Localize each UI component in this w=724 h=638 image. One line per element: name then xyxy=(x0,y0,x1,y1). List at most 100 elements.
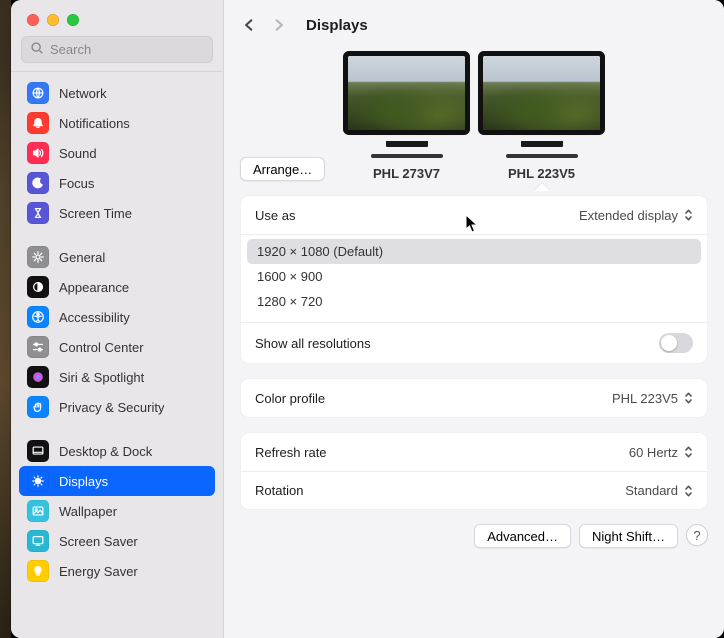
bulb-icon xyxy=(27,560,49,582)
refresh-rate-value: 60 Hertz xyxy=(629,445,678,460)
monitor-thumbnail xyxy=(483,56,600,130)
speaker-icon xyxy=(27,142,49,164)
use-as-row[interactable]: Use as Extended display xyxy=(241,196,707,234)
sidebar-item-label: Screen Saver xyxy=(59,534,138,549)
resolution-option[interactable]: 1920 × 1080 (Default) xyxy=(247,239,701,264)
color-profile-label: Color profile xyxy=(255,391,325,406)
sliders-icon xyxy=(27,336,49,358)
up-down-icon xyxy=(684,208,693,222)
advanced-button[interactable]: Advanced… xyxy=(474,524,571,548)
rotation-label: Rotation xyxy=(255,483,303,498)
sidebar-item-label: Energy Saver xyxy=(59,564,138,579)
show-all-label: Show all resolutions xyxy=(255,336,371,351)
hourglass-icon xyxy=(27,202,49,224)
sidebar-item-notifications[interactable]: Notifications xyxy=(19,108,215,138)
back-button[interactable] xyxy=(236,12,262,38)
use-as-value: Extended display xyxy=(579,208,678,223)
search-input[interactable] xyxy=(50,42,204,57)
up-down-icon xyxy=(684,445,693,459)
rotation-value: Standard xyxy=(625,483,678,498)
sidebar-item-desktop-dock[interactable]: Desktop & Dock xyxy=(19,436,215,466)
sidebar: Network Notifications Sound Focus Screen Tim… xyxy=(11,0,224,638)
sidebar-item-label: Control Center xyxy=(59,340,144,355)
selection-caret-icon xyxy=(534,183,550,191)
siri-icon xyxy=(27,366,49,388)
sidebar-item-screen-time[interactable]: Screen Time xyxy=(19,198,215,228)
show-all-resolutions-row: Show all resolutions xyxy=(241,322,707,363)
up-down-icon xyxy=(684,391,693,405)
minimize-window-button[interactable] xyxy=(47,14,59,26)
sidebar-item-label: General xyxy=(59,250,105,265)
sidebar-item-screen-saver[interactable]: Screen Saver xyxy=(19,526,215,556)
color-profile-value: PHL 223V5 xyxy=(612,391,678,406)
titlebar: Displays xyxy=(224,0,724,50)
resolution-list: 1920 × 1080 (Default)1600 × 9001280 × 72… xyxy=(241,234,707,322)
content: Displays Arrange… PHL 273V7 PHL 223V5 Use… xyxy=(224,0,724,638)
sidebar-item-network[interactable]: Network xyxy=(19,78,215,108)
sidebar-item-focus[interactable]: Focus xyxy=(19,168,215,198)
sidebar-item-control-center[interactable]: Control Center xyxy=(19,332,215,362)
sidebar-item-wallpaper[interactable]: Wallpaper xyxy=(19,496,215,526)
accessibility-icon xyxy=(27,306,49,328)
brightness-icon xyxy=(27,470,49,492)
sidebar-item-privacy-security[interactable]: Privacy & Security xyxy=(19,392,215,422)
monitor-label: PHL 223V5 xyxy=(508,166,575,181)
monitor-phl-273v7[interactable]: PHL 273V7 xyxy=(348,56,465,181)
sidebar-item-label: Appearance xyxy=(59,280,129,295)
prefs-window: Network Notifications Sound Focus Screen Tim… xyxy=(11,0,724,638)
sidebar-item-label: Notifications xyxy=(59,116,130,131)
window-controls xyxy=(11,0,223,36)
moon-icon xyxy=(27,172,49,194)
gear-icon xyxy=(27,246,49,268)
refresh-rotation-card: Refresh rate 60 Hertz Rotation Standard xyxy=(240,432,708,510)
sidebar-item-general[interactable]: General xyxy=(19,242,215,272)
sidebar-item-label: Sound xyxy=(59,146,97,161)
refresh-rate-label: Refresh rate xyxy=(255,445,327,460)
globe-icon xyxy=(27,82,49,104)
forward-button[interactable] xyxy=(266,12,292,38)
close-window-button[interactable] xyxy=(27,14,39,26)
monitor-label: PHL 273V7 xyxy=(373,166,440,181)
sidebar-item-sound[interactable]: Sound xyxy=(19,138,215,168)
page-title: Displays xyxy=(306,17,368,34)
monitor-thumbnail xyxy=(348,56,465,130)
sidebar-item-displays[interactable]: Displays xyxy=(19,466,215,496)
sidebar-item-siri-spotlight[interactable]: Siri & Spotlight xyxy=(19,362,215,392)
use-as-label: Use as xyxy=(255,208,295,223)
arrange-button[interactable]: Arrange… xyxy=(240,157,325,181)
color-profile-card: Color profile PHL 223V5 xyxy=(240,378,708,418)
sidebar-item-label: Wallpaper xyxy=(59,504,117,519)
bell-icon xyxy=(27,112,49,134)
sidebar-list: Network Notifications Sound Focus Screen Tim… xyxy=(11,72,223,638)
help-button[interactable]: ? xyxy=(686,524,708,546)
resolution-option[interactable]: 1600 × 900 xyxy=(247,264,701,289)
sidebar-item-label: Privacy & Security xyxy=(59,400,164,415)
hand-icon xyxy=(27,396,49,418)
resolution-option[interactable]: 1280 × 720 xyxy=(247,289,701,314)
sidebar-item-appearance[interactable]: Appearance xyxy=(19,272,215,302)
show-all-toggle[interactable] xyxy=(659,333,693,353)
up-down-icon xyxy=(684,484,693,498)
sidebar-item-label: Siri & Spotlight xyxy=(59,370,144,385)
wallpaper-icon xyxy=(27,500,49,522)
refresh-rate-row[interactable]: Refresh rate 60 Hertz xyxy=(241,433,707,471)
zoom-window-button[interactable] xyxy=(67,14,79,26)
dock-icon xyxy=(27,440,49,462)
color-profile-row[interactable]: Color profile PHL 223V5 xyxy=(241,379,707,417)
sidebar-item-energy-saver[interactable]: Energy Saver xyxy=(19,556,215,586)
appearance-icon xyxy=(27,276,49,298)
sidebar-item-label: Screen Time xyxy=(59,206,132,221)
sidebar-item-label: Focus xyxy=(59,176,94,191)
sidebar-item-accessibility[interactable]: Accessibility xyxy=(19,302,215,332)
search-icon xyxy=(30,41,44,58)
search-field[interactable] xyxy=(21,36,213,63)
display-preview-row: Arrange… PHL 273V7 PHL 223V5 xyxy=(224,50,724,181)
use-as-card: Use as Extended display 1920 × 1080 (Def… xyxy=(240,195,708,364)
rotation-row[interactable]: Rotation Standard xyxy=(241,471,707,509)
sidebar-item-label: Desktop & Dock xyxy=(59,444,152,459)
night-shift-button[interactable]: Night Shift… xyxy=(579,524,678,548)
screensaver-icon xyxy=(27,530,49,552)
sidebar-item-label: Network xyxy=(59,86,107,101)
monitor-phl-223v5[interactable]: PHL 223V5 xyxy=(483,56,600,181)
sidebar-item-label: Accessibility xyxy=(59,310,130,325)
